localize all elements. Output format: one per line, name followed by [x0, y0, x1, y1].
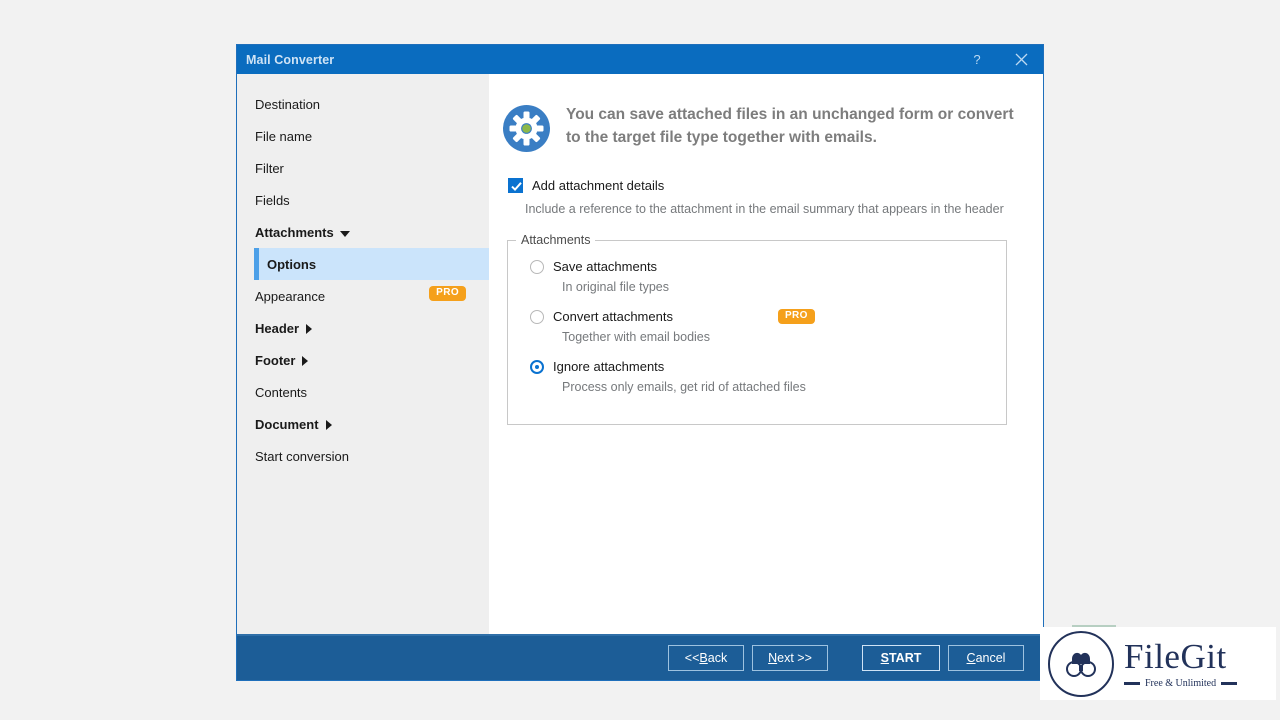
sidebar-item-label: Header — [255, 320, 300, 336]
help-button[interactable]: ? — [955, 45, 999, 74]
attachments-group-legend: Attachments — [516, 233, 596, 248]
close-icon — [1015, 53, 1027, 66]
sidebar-item-label: File name — [255, 128, 313, 144]
radio-option-ignore-attachments[interactable]: Ignore attachments — [530, 359, 1006, 374]
pro-badge: PRO — [429, 286, 466, 301]
mail-converter-dialog: Mail Converter ? Destination File name Fil… — [236, 44, 1044, 681]
radio-option-convert-attachments[interactable]: Convert attachments PRO — [530, 309, 1006, 325]
filegit-wordmark: FileGit Free & Unlimited — [1124, 636, 1238, 689]
filegit-tagline-row: Free & Unlimited — [1124, 677, 1238, 689]
add-attachment-details-checkbox[interactable]: Add attachment details — [508, 178, 1025, 193]
next-label-post: ext >> — [777, 651, 812, 665]
start-accel: S — [880, 651, 889, 665]
sidebar-item-label: Filter — [255, 160, 284, 176]
checkbox-box[interactable] — [508, 178, 523, 193]
titlebar-buttons: ? — [955, 45, 1043, 74]
checkbox-description: Include a reference to the attachment in… — [525, 202, 1004, 216]
sidebar-item-fields[interactable]: Fields — [237, 184, 489, 216]
next-accel: N — [768, 651, 778, 665]
back-label-post: ack — [707, 651, 728, 665]
radio-description: Process only emails, get rid of attached… — [562, 380, 806, 395]
sidebar-item-footer[interactable]: Footer — [237, 344, 489, 376]
radio-button[interactable] — [530, 309, 544, 324]
radio-button[interactable] — [530, 259, 544, 274]
dialog-footer: << Back Next >> S TART Cancel — [237, 634, 1043, 680]
radio-label: Save attachments — [553, 259, 658, 275]
sidebar-item-label: Document — [255, 416, 319, 432]
intro-text: You can save attached files in an unchan… — [566, 106, 1014, 146]
radio-description: In original file types — [562, 280, 670, 295]
sidebar-nav: Destination File name Filter Fields Attachme… — [237, 74, 490, 634]
back-label-pre: << — [684, 651, 700, 665]
pro-badge: PRO — [777, 309, 815, 325]
gear-icon — [503, 105, 550, 152]
sidebar-item-label: Footer — [255, 352, 296, 368]
content-panel: You can save attached files in an unchan… — [489, 74, 1043, 634]
sidebar-item-document[interactable]: Document — [237, 408, 489, 440]
binoculars-icon — [1066, 652, 1096, 677]
radio-label: Convert attachments — [553, 309, 673, 325]
sidebar-item-appearance[interactable]: Appearance PRO — [237, 280, 489, 312]
sidebar-item-start-conversion[interactable]: Start conversion — [237, 440, 489, 472]
cancel-button[interactable]: Cancel — [948, 645, 1024, 671]
filegit-name: FileGit — [1124, 636, 1227, 676]
title-bar: Mail Converter ? — [237, 45, 1043, 74]
sidebar-item-label: Contents — [255, 384, 308, 400]
next-button[interactable]: Next >> — [752, 645, 828, 671]
back-accel: B — [699, 651, 708, 665]
start-label-post: TART — [888, 651, 922, 665]
radio-label: Ignore attachments — [553, 359, 665, 375]
question-mark-icon: ? — [973, 52, 981, 67]
attachment-mode-radio-group: Save attachments In original file types Co… — [530, 259, 1006, 394]
sidebar-item-label: Options — [267, 256, 317, 272]
sidebar-item-destination[interactable]: Destination — [237, 88, 489, 120]
sidebar-item-header[interactable]: Header — [237, 312, 489, 344]
sidebar-item-options[interactable]: Options — [254, 248, 490, 280]
close-button[interactable] — [999, 45, 1043, 74]
attachments-group: Attachments Save attachments In original … — [507, 233, 1007, 426]
cancel-label-post: ancel — [975, 651, 1006, 665]
sidebar-item-contents[interactable]: Contents — [237, 376, 489, 408]
checkbox-label: Add attachment details — [532, 178, 665, 193]
back-button[interactable]: << Back — [668, 645, 744, 671]
sidebar-item-label: Start conversion — [255, 448, 349, 464]
radio-description: Together with email bodies — [562, 330, 710, 345]
radio-option-save-attachments[interactable]: Save attachments — [530, 259, 1006, 274]
tagline-rule-left — [1124, 681, 1140, 685]
intro-banner: You can save attached files in an unchan… — [503, 104, 1025, 152]
cancel-accel: C — [966, 651, 976, 665]
sidebar-item-file-name[interactable]: File name — [237, 120, 489, 152]
checkmark-icon — [511, 182, 522, 192]
chevron-down-icon — [339, 231, 350, 237]
sidebar-item-label: Appearance — [255, 288, 326, 304]
filegit-logo-circle — [1048, 630, 1114, 697]
tagline-rule-right — [1221, 681, 1238, 685]
dialog-body: Destination File name Filter Fields Attachme… — [237, 74, 1043, 634]
sidebar-item-attachments[interactable]: Attachments — [237, 216, 489, 248]
chevron-right-icon — [306, 324, 313, 334]
filegit-tagline: Free & Unlimited — [1145, 677, 1217, 689]
chevron-right-icon — [325, 420, 332, 430]
sidebar-item-label: Destination — [255, 96, 321, 112]
filegit-watermark: FileGit Free & Unlimited — [1040, 627, 1276, 700]
start-button[interactable]: S TART — [862, 645, 940, 671]
sidebar-item-filter[interactable]: Filter — [237, 152, 489, 184]
radio-button[interactable] — [530, 359, 544, 374]
window-title: Mail Converter — [246, 52, 335, 67]
sidebar-item-label: Fields — [255, 192, 290, 208]
sidebar-item-label: Attachments — [255, 224, 334, 240]
chevron-right-icon — [302, 356, 309, 366]
